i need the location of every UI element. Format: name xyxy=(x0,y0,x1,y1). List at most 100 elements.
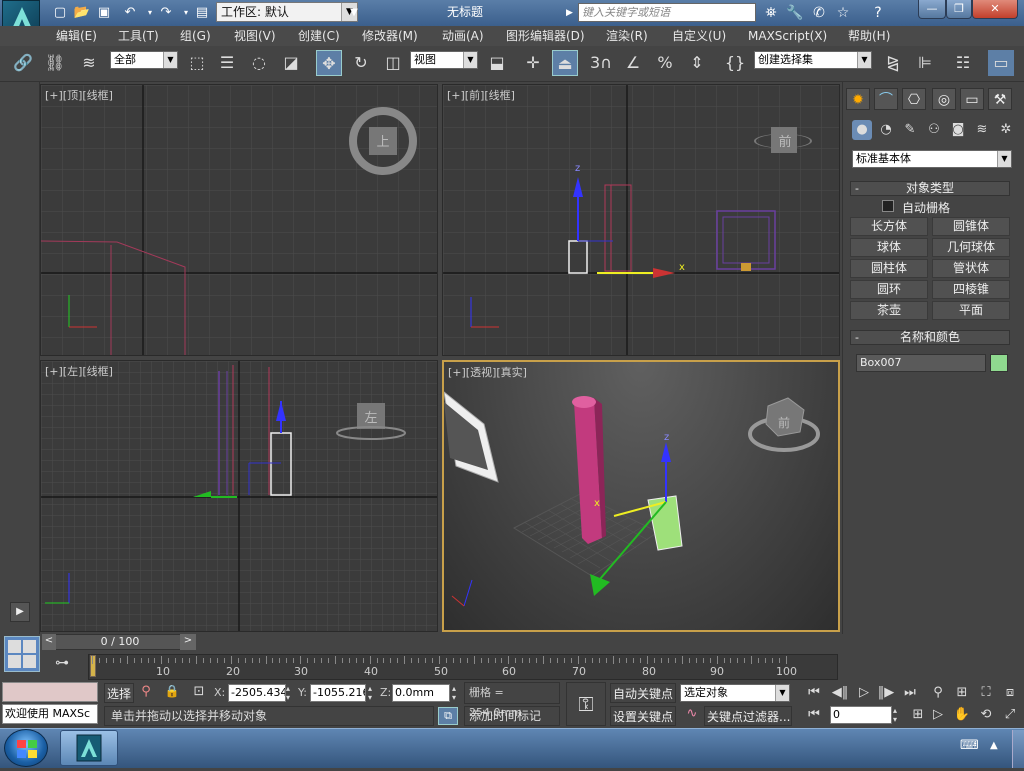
viewport-perspective[interactable]: x z [+][透视][真实] 前 xyxy=(442,360,840,632)
viewport-left[interactable]: [+][左][线框] 左 xyxy=(40,360,438,632)
search-expand-icon[interactable]: ▶ xyxy=(566,4,576,22)
viewport-front-label[interactable]: [+][前][线框] xyxy=(447,87,515,103)
menu-animation[interactable]: 动画(A) xyxy=(442,26,484,46)
open-file-icon[interactable]: 📂 xyxy=(72,4,92,22)
expand-sidebar-icon[interactable]: ▶ xyxy=(10,602,30,622)
viewport-layout-icon[interactable] xyxy=(4,636,40,672)
next-frame-icon[interactable]: ‖▶ xyxy=(876,684,896,702)
object-color-swatch[interactable] xyxy=(990,354,1008,372)
select-by-name-icon[interactable]: ☰ xyxy=(214,50,240,76)
zoom-extents-icon[interactable]: ⛶ xyxy=(976,684,996,702)
cylinder-button[interactable]: 圆柱体 xyxy=(850,259,928,278)
field-of-view-icon[interactable]: ▷ xyxy=(928,706,948,724)
key-filters-button[interactable]: 关键点过滤器... xyxy=(704,706,792,726)
zoom-extents-all-icon[interactable]: ⧈ xyxy=(1000,684,1020,702)
frame-spinner-icon[interactable]: ▴ ▾ xyxy=(893,706,901,724)
workspace-select[interactable]: 工作区: 默认 ▼ xyxy=(216,2,358,22)
keyboard-shortcut-override-icon[interactable]: ⏏ xyxy=(552,50,578,76)
viewport-perspective-label[interactable]: [+][透视][真实] xyxy=(448,364,527,380)
plane-button[interactable]: 平面 xyxy=(932,301,1010,320)
lights-icon[interactable]: ✎ xyxy=(900,120,920,140)
utilities-tab-icon[interactable]: ⚒ xyxy=(988,88,1012,110)
object-name-input[interactable]: Box007 xyxy=(856,354,986,372)
select-and-scale-icon[interactable]: ◫ xyxy=(380,50,406,76)
motion-tab-icon[interactable]: ◎ xyxy=(932,88,956,110)
add-time-tag-button[interactable]: 添加时间标记 xyxy=(464,706,560,726)
menu-tools[interactable]: 工具(T) xyxy=(118,26,159,46)
name-color-rollout-header[interactable]: - 名称和颜色 xyxy=(850,330,1010,345)
isolate-bulb-icon[interactable]: ⚲ xyxy=(138,684,154,702)
menu-rendering[interactable]: 渲染(R) xyxy=(606,26,648,46)
x-spinner-icon[interactable]: ▴ ▾ xyxy=(286,684,294,702)
menu-maxscript[interactable]: MAXScript(X) xyxy=(748,26,827,46)
timeline-track[interactable] xyxy=(88,654,838,680)
undo-icon[interactable]: ↶ xyxy=(120,4,140,22)
menu-views[interactable]: 视图(V) xyxy=(234,26,276,46)
set-key-button[interactable]: 设置关键点 xyxy=(610,706,676,726)
viewcube-face-label[interactable]: 上 xyxy=(373,131,393,151)
maximize-viewport-icon[interactable]: ⤢ xyxy=(1000,706,1020,724)
key-filters-curve-icon[interactable]: ∿ xyxy=(682,706,702,726)
align-icon[interactable]: ⊫ xyxy=(912,50,938,76)
layer-manager-icon[interactable]: ☷ xyxy=(950,50,976,76)
time-tag-icon[interactable]: ⧉ xyxy=(438,707,458,725)
close-button[interactable]: ✕ xyxy=(972,0,1018,19)
mirror-icon[interactable]: ⧎ xyxy=(880,50,906,76)
y-coordinate-field[interactable]: -1055.216 xyxy=(310,684,366,702)
object-type-rollout-header[interactable]: - 对象类型 xyxy=(850,181,1010,196)
zoom-all-icon[interactable]: ⊞ xyxy=(952,684,972,702)
maxscript-listener-top[interactable] xyxy=(2,682,98,702)
save-file-icon[interactable]: ▣ xyxy=(94,4,114,22)
primitive-type-select[interactable]: 标准基本体 ▼ xyxy=(852,150,1012,168)
percent-snap-icon[interactable]: % xyxy=(652,50,678,76)
taskbar-3dsmax-item[interactable] xyxy=(60,730,118,766)
selection-filter-select[interactable]: 全部 ▼ xyxy=(110,51,178,69)
viewport-front[interactable]: x z [+][前][线框] 前 xyxy=(442,84,840,356)
viewport-top-label[interactable]: [+][顶][线框] xyxy=(45,87,113,103)
menu-edit[interactable]: 编辑(E) xyxy=(56,26,97,46)
select-and-move-icon[interactable]: ✥ xyxy=(316,50,342,76)
favorites-star-icon[interactable]: ☆ xyxy=(832,3,854,23)
torus-button[interactable]: 圆环 xyxy=(850,280,928,299)
binoculars-icon[interactable]: ⛯ xyxy=(760,3,782,23)
snaps-toggle-icon[interactable]: 3∩ xyxy=(588,50,614,76)
spinner-snap-icon[interactable]: ⇕ xyxy=(684,50,710,76)
set-key-big-icon[interactable]: ⚿ xyxy=(566,682,606,726)
teapot-button[interactable]: 茶壶 xyxy=(850,301,928,320)
timeline-cursor[interactable] xyxy=(90,655,96,677)
cameras-icon[interactable]: ⚇ xyxy=(924,120,944,140)
bind-space-warp-icon[interactable]: ≋ xyxy=(76,50,102,76)
viewport-top[interactable]: [+][顶][线框] 上 xyxy=(40,84,438,356)
viewcube-face-label[interactable]: 前 xyxy=(774,414,794,434)
play-icon[interactable]: ▷ xyxy=(854,684,874,702)
auto-key-button[interactable]: 自动关键点 xyxy=(610,683,676,703)
project-folder-icon[interactable]: ▤ xyxy=(192,4,212,22)
viewcube-face-label[interactable]: 左 xyxy=(361,407,381,427)
sphere-button[interactable]: 球体 xyxy=(850,238,928,257)
viewport-left-label[interactable]: [+][左][线框] xyxy=(45,363,113,379)
create-tab-icon[interactable]: ✹ xyxy=(846,88,870,110)
current-frame-field[interactable]: 0 xyxy=(830,706,892,724)
reference-coordinate-select[interactable]: 视图 ▼ xyxy=(410,51,478,69)
time-slider-prev-icon[interactable]: < xyxy=(42,634,56,650)
search-input[interactable]: 键入关键字或短语 xyxy=(578,3,756,22)
start-button[interactable] xyxy=(4,729,48,767)
time-config-icon[interactable]: ⊞ xyxy=(908,706,928,724)
minimize-button[interactable]: — xyxy=(918,0,946,19)
show-desktop-button[interactable] xyxy=(1012,730,1024,768)
geometry-icon[interactable]: ● xyxy=(852,120,872,140)
y-spinner-icon[interactable]: ▴ ▾ xyxy=(368,684,376,702)
previous-frame-icon[interactable]: ◀‖ xyxy=(830,684,850,702)
edit-named-selection-icon[interactable]: {} xyxy=(722,50,748,76)
angle-snap-icon[interactable]: ∠ xyxy=(620,50,646,76)
select-and-rotate-icon[interactable]: ↻ xyxy=(348,50,374,76)
key-mode-toggle-icon[interactable]: ⏮ xyxy=(804,706,824,724)
x-coordinate-field[interactable]: -2505.434 xyxy=(228,684,286,702)
pan-hand-icon[interactable]: ✋ xyxy=(952,706,972,724)
redo-icon[interactable]: ↷ xyxy=(156,4,176,22)
lock-icon[interactable]: 🔒 xyxy=(164,684,180,702)
viewcube-face-label[interactable]: 前 xyxy=(775,131,795,151)
key-mode-select[interactable]: 选定对象 ▼ xyxy=(680,684,790,702)
link-icon[interactable]: 🔗 xyxy=(10,50,36,76)
menu-customize[interactable]: 自定义(U) xyxy=(672,26,726,46)
